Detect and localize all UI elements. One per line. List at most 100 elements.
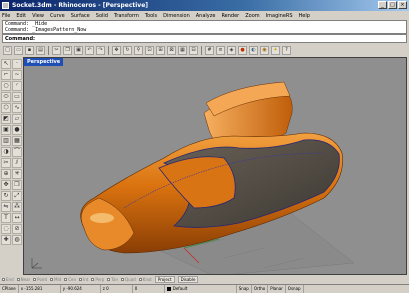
menu-help[interactable]: Help xyxy=(299,13,310,19)
osnap-project[interactable]: Project xyxy=(154,276,175,283)
trim-icon[interactable]: ✂ xyxy=(1,158,11,168)
mesh-icon[interactable]: ▦ xyxy=(12,136,22,146)
zoom-selected-icon[interactable]: ⊠ xyxy=(167,45,176,55)
polygon-icon[interactable]: ⬡ xyxy=(1,103,11,113)
fillet-icon[interactable]: ⌒ xyxy=(12,147,22,157)
toolbar-separator xyxy=(108,45,109,55)
cylinder-icon[interactable]: ▥ xyxy=(1,136,11,146)
osnap-quad[interactable]: Quad xyxy=(121,277,136,282)
select-arrow-icon[interactable]: ↖ xyxy=(1,59,11,69)
status-osnap[interactable]: Osnap xyxy=(286,285,304,293)
freeform-icon[interactable]: ∿ xyxy=(12,103,22,113)
lock-icon[interactable]: ⊘ xyxy=(12,224,22,234)
rectangle-icon[interactable]: ▭ xyxy=(12,92,22,102)
layer-icon[interactable]: ≡ xyxy=(216,45,225,55)
open-icon[interactable]: ▭ xyxy=(14,45,23,55)
scale-icon[interactable]: ⤢ xyxy=(12,191,22,201)
array-icon[interactable]: ⁂ xyxy=(12,202,22,212)
undo-icon[interactable]: ↶ xyxy=(85,45,94,55)
osnap-tan[interactable]: Tan xyxy=(107,277,118,282)
minimize-icon[interactable]: _ xyxy=(378,1,387,9)
extrude-icon[interactable]: ▱ xyxy=(12,114,22,124)
osnap-near[interactable]: Near xyxy=(16,277,30,282)
copy-object-icon[interactable]: ❐ xyxy=(12,180,22,190)
menu-surface[interactable]: Surface xyxy=(71,13,90,19)
all-viewports-icon[interactable]: ▦ xyxy=(178,45,187,55)
rotate-icon[interactable]: ↻ xyxy=(1,191,11,201)
surface-icon[interactable]: ◩ xyxy=(1,114,11,124)
dimension-icon[interactable]: ↔ xyxy=(12,213,22,223)
osnap-mid[interactable]: Mid xyxy=(50,277,61,282)
command-input[interactable] xyxy=(38,35,406,42)
grid-icon[interactable]: # xyxy=(205,45,214,55)
close-icon[interactable]: × xyxy=(398,1,407,9)
redo-icon[interactable]: ↷ xyxy=(96,45,105,55)
osnap-int[interactable]: Int xyxy=(79,277,88,282)
join-icon[interactable]: ⊕ xyxy=(1,169,11,179)
osnap-perp[interactable]: Perp xyxy=(91,277,104,282)
print-icon[interactable]: ▤ xyxy=(36,45,45,55)
cut-icon[interactable]: ✂ xyxy=(52,45,61,55)
viewport-title[interactable]: Perspective xyxy=(24,58,64,66)
zoom-window-icon[interactable]: ⊡ xyxy=(145,45,154,55)
osnap-end[interactable]: End xyxy=(2,277,14,282)
menu-curve[interactable]: Curve xyxy=(50,13,65,19)
shoe-last-render[interactable] xyxy=(24,58,407,275)
arc-icon[interactable]: ◜ xyxy=(12,81,22,91)
osnap-knot[interactable]: Knot xyxy=(138,277,152,282)
explode-icon[interactable]: ✳ xyxy=(12,169,22,179)
paste-icon[interactable]: ▣ xyxy=(74,45,83,55)
hide-icon[interactable]: ◌ xyxy=(1,224,11,234)
render-tool-icon[interactable]: ◍ xyxy=(12,235,22,245)
move-icon[interactable]: ✥ xyxy=(1,180,11,190)
split-icon[interactable]: ⫽ xyxy=(12,158,22,168)
rhino-app-icon[interactable] xyxy=(2,2,9,9)
help-icon[interactable]: ? xyxy=(282,45,291,55)
menu-tools[interactable]: Tools xyxy=(145,13,157,19)
four-view-icon[interactable]: ⊟ xyxy=(189,45,198,55)
menu-imaginers[interactable]: ImagineRS xyxy=(266,13,293,19)
menu-view[interactable]: View xyxy=(32,13,44,19)
render-icon[interactable]: ● xyxy=(238,45,247,55)
osnap-disable[interactable]: Disable xyxy=(177,276,199,283)
light-icon[interactable]: ✦ xyxy=(271,45,280,55)
menu-solid[interactable]: Solid xyxy=(96,13,108,19)
ellipse-icon[interactable]: ⬭ xyxy=(1,92,11,102)
point-icon[interactable]: · xyxy=(12,59,22,69)
analyze-icon[interactable]: ✚ xyxy=(1,235,11,245)
shade-icon[interactable]: ◐ xyxy=(249,45,258,55)
new-icon[interactable]: □ xyxy=(3,45,12,55)
perspective-viewport[interactable]: Perspective xyxy=(23,57,407,275)
zoom-extents-icon[interactable]: ⊞ xyxy=(156,45,165,55)
menu-transform[interactable]: Transform xyxy=(114,13,139,19)
menu-zoom[interactable]: Zoom xyxy=(245,13,259,19)
pan-icon[interactable]: ✥ xyxy=(112,45,121,55)
properties-icon[interactable]: ◈ xyxy=(227,45,236,55)
box-icon[interactable]: ▣ xyxy=(1,125,11,135)
circle-icon[interactable]: ○ xyxy=(1,81,11,91)
osnap-cen[interactable]: Cen xyxy=(64,277,76,282)
maximize-icon[interactable]: □ xyxy=(388,1,397,9)
menu-analyze[interactable]: Analyze xyxy=(196,13,216,19)
menu-dimension[interactable]: Dimension xyxy=(163,13,190,19)
boolean-icon[interactable]: ◑ xyxy=(1,147,11,157)
menu-edit[interactable]: Edit xyxy=(16,13,26,19)
osnap-point[interactable]: Point xyxy=(33,277,47,282)
menu-file[interactable]: File xyxy=(2,13,10,19)
text-icon[interactable]: T xyxy=(1,213,11,223)
curve-icon[interactable]: ~ xyxy=(12,70,22,80)
menu-render[interactable]: Render xyxy=(221,13,239,19)
sphere-icon[interactable]: ● xyxy=(12,125,22,135)
status-layer[interactable]: Default xyxy=(165,285,237,293)
polyline-icon[interactable]: ⌐ xyxy=(1,70,11,80)
status-snap[interactable]: Snap xyxy=(237,285,252,293)
command-history[interactable]: Command: _Hide Command: _ImagesPattern_N… xyxy=(2,20,407,34)
zoom-icon[interactable]: ⚲ xyxy=(134,45,143,55)
material-icon[interactable]: ◉ xyxy=(260,45,269,55)
save-icon[interactable]: ▪ xyxy=(25,45,34,55)
status-ortho[interactable]: Ortho xyxy=(252,285,269,293)
rotate-view-icon[interactable]: ↻ xyxy=(123,45,132,55)
copy-icon[interactable]: ❐ xyxy=(63,45,72,55)
status-planar[interactable]: Planar xyxy=(268,285,286,293)
mirror-icon[interactable]: ⇋ xyxy=(1,202,11,212)
